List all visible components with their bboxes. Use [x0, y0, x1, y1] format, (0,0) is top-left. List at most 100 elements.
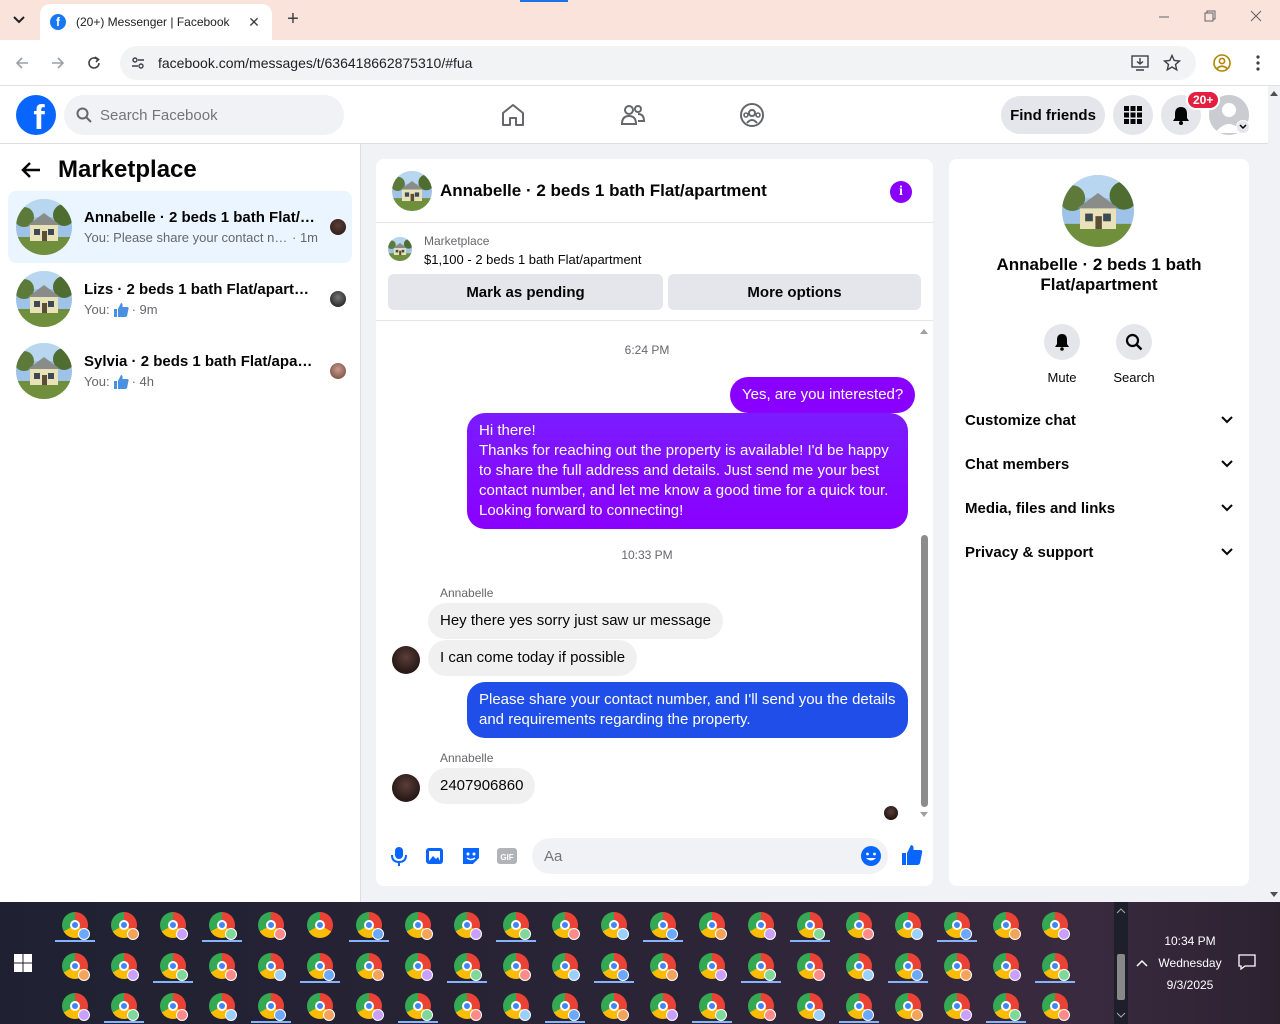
facebook-search[interactable] — [64, 95, 344, 135]
chrome-profile-taskbar-icon[interactable] — [307, 993, 335, 1021]
find-friends-button[interactable]: Find friends — [1001, 96, 1105, 134]
message-outgoing[interactable]: Yes, are you interested? — [730, 377, 916, 413]
message-input[interactable] — [544, 847, 844, 865]
search-input[interactable] — [100, 106, 320, 124]
chrome-profile-taskbar-icon[interactable] — [748, 912, 776, 940]
chrome-profile-taskbar-icon[interactable] — [405, 993, 433, 1021]
chrome-profile-taskbar-icon[interactable] — [62, 953, 90, 981]
chrome-profile-taskbar-icon[interactable] — [356, 953, 384, 981]
address-bar[interactable]: facebook.com/messages/t/636418662875310/… — [120, 46, 1196, 80]
chrome-profile-taskbar-icon[interactable] — [405, 953, 433, 981]
chrome-profile-taskbar-icon[interactable] — [993, 993, 1021, 1021]
chat-title[interactable]: Annabelle · 2 beds 1 bath Flat/apartment — [440, 181, 767, 201]
message-scrollbar[interactable] — [919, 327, 929, 819]
chrome-profile-taskbar-icon[interactable] — [503, 993, 531, 1021]
chrome-profile-taskbar-icon[interactable] — [748, 993, 776, 1021]
chrome-profile-taskbar-icon[interactable] — [895, 953, 923, 981]
show-hidden-icons-icon[interactable] — [1135, 958, 1149, 968]
scrollbar-thumb[interactable] — [1117, 954, 1125, 1000]
chrome-profile-taskbar-icon[interactable] — [846, 912, 874, 940]
message-incoming[interactable]: I can come today if possible — [428, 640, 638, 676]
chrome-profile-taskbar-icon[interactable] — [699, 912, 727, 940]
chrome-profile-taskbar-icon[interactable] — [160, 953, 188, 981]
more-options-button[interactable]: More options — [668, 274, 921, 310]
chrome-profile-taskbar-icon[interactable] — [258, 993, 286, 1021]
voice-clip-button[interactable] — [388, 845, 410, 867]
attach-media-button[interactable] — [424, 845, 446, 867]
chrome-profile-taskbar-icon[interactable] — [650, 953, 678, 981]
back-arrow-icon[interactable] — [20, 161, 42, 179]
chrome-profile-taskbar-icon[interactable] — [993, 912, 1021, 940]
sticker-button[interactable] — [460, 845, 482, 867]
chrome-profile-taskbar-icon[interactable] — [552, 953, 580, 981]
chrome-profile-taskbar-icon[interactable] — [797, 953, 825, 981]
conversation-item-sylvia[interactable]: Sylvia · 2 beds 1 bath Flat/apart... You… — [8, 335, 352, 407]
chrome-profile-taskbar-icon[interactable] — [356, 993, 384, 1021]
chrome-profile-taskbar-icon[interactable] — [209, 953, 237, 981]
customize-chat-row[interactable]: Customize chat — [965, 402, 1233, 438]
profile-button[interactable] — [1210, 51, 1234, 75]
info-icon[interactable]: i — [890, 181, 912, 203]
chrome-profile-taskbar-icon[interactable] — [650, 993, 678, 1021]
chrome-profile-taskbar-icon[interactable] — [797, 912, 825, 940]
chat-members-row[interactable]: Chat members — [965, 446, 1233, 482]
chrome-profile-taskbar-icon[interactable] — [748, 953, 776, 981]
scroll-up-icon[interactable] — [1268, 88, 1280, 98]
start-button[interactable] — [14, 954, 32, 972]
chrome-profile-taskbar-icon[interactable] — [601, 993, 629, 1021]
send-like-button[interactable] — [900, 843, 923, 865]
chrome-profile-taskbar-icon[interactable] — [1042, 993, 1070, 1021]
message-input-box[interactable] — [532, 838, 888, 874]
chat-listing-avatar[interactable] — [392, 171, 432, 211]
listing-mini-thumbnail[interactable] — [388, 237, 412, 261]
restore-button[interactable] — [1204, 10, 1216, 22]
chrome-profile-taskbar-icon[interactable] — [846, 993, 874, 1021]
chrome-profile-taskbar-icon[interactable] — [307, 912, 333, 938]
listing-price[interactable]: $1,100 - 2 beds 1 bath Flat/apartment — [424, 252, 642, 267]
chrome-profile-taskbar-icon[interactable] — [699, 953, 727, 981]
chrome-profile-taskbar-icon[interactable] — [356, 912, 384, 940]
scroll-down-icon[interactable] — [1268, 890, 1280, 900]
reload-button[interactable] — [82, 51, 106, 75]
gif-button[interactable]: GIF — [496, 845, 518, 867]
chrome-profile-taskbar-icon[interactable] — [111, 953, 139, 981]
chrome-profile-taskbar-icon[interactable] — [944, 912, 972, 940]
chrome-profile-taskbar-icon[interactable] — [454, 993, 482, 1021]
scroll-down-icon[interactable] — [919, 811, 929, 819]
message-incoming[interactable]: Hey there yes sorry just saw ur message — [428, 603, 723, 639]
taskbar-scroll[interactable] — [1114, 902, 1128, 1024]
scroll-down-icon[interactable] — [1114, 1010, 1128, 1020]
action-center-button[interactable] — [1238, 954, 1256, 970]
browser-tab-active[interactable]: f (20+) Messenger | Facebook ✕ — [40, 4, 272, 40]
system-clock[interactable]: 10:34 PM Wednesday 9/3/2025 — [1150, 930, 1230, 996]
message-list[interactable]: 6:24 PM Yes, are you interested? Hi ther… — [376, 321, 933, 826]
chrome-profile-taskbar-icon[interactable] — [1042, 912, 1070, 940]
chrome-profile-taskbar-icon[interactable] — [111, 912, 139, 940]
back-button[interactable] — [10, 51, 34, 75]
chrome-profile-taskbar-icon[interactable] — [454, 953, 482, 981]
message-outgoing[interactable]: Hi there! Thanks for reaching out the pr… — [467, 413, 908, 529]
chrome-profile-taskbar-icon[interactable] — [552, 912, 580, 940]
chrome-profile-taskbar-icon[interactable] — [160, 912, 188, 940]
conversation-item-annabelle[interactable]: Annabelle · 2 beds 1 bath Flat/a... You:… — [8, 191, 352, 263]
chrome-profile-taskbar-icon[interactable] — [405, 912, 433, 940]
scrollbar-thumb[interactable] — [921, 535, 928, 807]
chrome-profile-taskbar-icon[interactable] — [993, 953, 1021, 981]
chrome-profile-taskbar-icon[interactable] — [503, 912, 531, 940]
conversation-item-lizs[interactable]: Lizs · 2 beds 1 bath Flat/apartme... You… — [8, 263, 352, 335]
chrome-profile-taskbar-icon[interactable] — [944, 993, 972, 1021]
chrome-profile-taskbar-icon[interactable] — [797, 993, 825, 1021]
page-scrollbar[interactable] — [1268, 86, 1280, 902]
mute-action[interactable]: Mute — [1032, 324, 1092, 385]
search-action[interactable]: Search — [1104, 324, 1164, 385]
chrome-profile-taskbar-icon[interactable] — [699, 993, 727, 1021]
new-tab-button[interactable]: + — [282, 8, 304, 32]
site-settings-icon[interactable] — [130, 55, 146, 71]
chrome-profile-taskbar-icon[interactable] — [209, 912, 237, 940]
menu-button[interactable] — [1113, 95, 1153, 135]
sender-avatar[interactable] — [392, 774, 420, 802]
close-window-button[interactable] — [1250, 10, 1262, 22]
mark-as-pending-button[interactable]: Mark as pending — [388, 274, 663, 310]
message-incoming[interactable]: 2407906860 — [428, 768, 536, 804]
minimize-button[interactable] — [1158, 10, 1170, 22]
